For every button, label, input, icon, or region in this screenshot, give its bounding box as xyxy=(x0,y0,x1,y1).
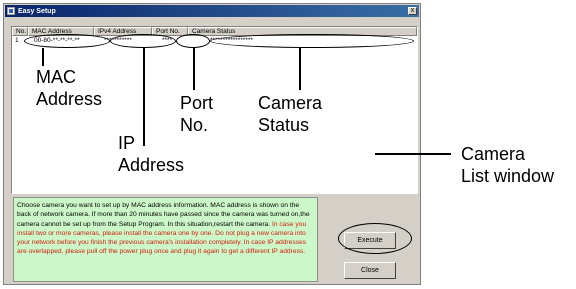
port-callout-line1: Port xyxy=(180,93,214,113)
status-highlight-ellipse xyxy=(210,34,414,48)
close-window-button[interactable]: x xyxy=(408,7,417,15)
instructions-panel: Choose camera you want to set up by MAC … xyxy=(13,197,318,282)
ip-callout-line1: IP xyxy=(118,133,136,153)
mac-address-callout: MAC Address xyxy=(36,66,102,110)
mac-callout-line1: MAC xyxy=(36,67,76,87)
camera-list-window-callout: Camera List window xyxy=(461,143,554,187)
list-window-callout-line xyxy=(375,153,451,155)
port-callout-line2: No. xyxy=(180,115,209,135)
port-no-callout: Port No. xyxy=(180,92,213,136)
ip-highlight-ellipse xyxy=(110,34,176,48)
ip-callout-line2: Address xyxy=(118,155,185,175)
list-window-callout-line1: Camera xyxy=(461,144,526,164)
instructions-text: Choose camera you want to set up by MAC … xyxy=(17,202,310,228)
window-title: Easy Setup xyxy=(18,7,56,15)
mac-highlight-ellipse xyxy=(24,34,110,48)
port-callout-line xyxy=(193,48,195,90)
camera-list[interactable]: No. MAC Address IPv4 Address Port No. Ca… xyxy=(11,26,418,194)
mac-callout-line xyxy=(42,48,44,66)
status-callout-line xyxy=(299,48,301,90)
status-callout-line2: Status xyxy=(258,115,310,135)
close-button[interactable]: Close xyxy=(344,262,396,279)
list-window-callout-line2: List window xyxy=(461,166,555,186)
row-no: 1 xyxy=(15,37,19,44)
execute-highlight-ellipse xyxy=(338,223,412,254)
port-highlight-ellipse xyxy=(176,34,210,48)
mac-callout-line2: Address xyxy=(36,89,103,109)
app-icon xyxy=(7,7,15,15)
title-bar[interactable]: Easy Setup x xyxy=(5,5,419,17)
ip-address-callout: IP Address xyxy=(118,132,184,176)
status-callout-line1: Camera xyxy=(258,93,323,113)
camera-status-callout: Camera Status xyxy=(258,92,322,136)
column-header-no[interactable]: No. xyxy=(12,27,28,36)
